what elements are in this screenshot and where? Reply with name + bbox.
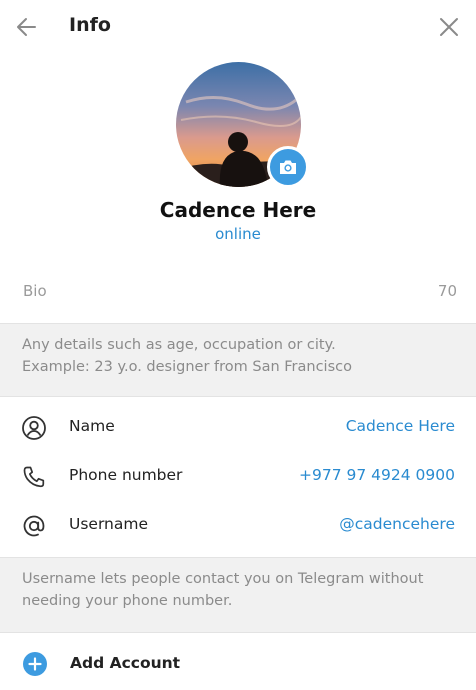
bio-char-counter: 70 xyxy=(437,282,457,300)
user-circle-icon xyxy=(22,416,46,440)
close-icon xyxy=(440,18,458,36)
bio-hint: Any details such as age, occupation or c… xyxy=(0,323,476,397)
add-account-label: Add Account xyxy=(70,654,181,672)
bio-hint-line-2: Example: 23 y.o. designer from San Franc… xyxy=(22,359,352,375)
back-button[interactable] xyxy=(14,14,40,40)
username-hint-line-2: needing your phone number. xyxy=(22,593,233,609)
page-title: Info xyxy=(69,14,111,36)
bio-input[interactable]: Bio 70 xyxy=(0,272,476,322)
username-value: @cadencehere xyxy=(339,515,455,533)
phone-icon xyxy=(23,466,45,488)
bio-placeholder: Bio xyxy=(23,282,47,300)
plus-circle-icon xyxy=(23,652,47,676)
change-photo-button[interactable] xyxy=(267,146,309,188)
profile-status: online xyxy=(215,225,261,243)
username-row[interactable]: Username @cadencehere xyxy=(0,501,476,550)
add-account-button[interactable]: Add Account xyxy=(0,640,476,688)
arrow-left-icon xyxy=(17,18,36,36)
at-sign-icon xyxy=(23,515,45,537)
name-label: Name xyxy=(69,417,115,435)
profile-name: Cadence Here xyxy=(159,198,317,222)
bio-hint-line-1: Any details such as age, occupation or c… xyxy=(22,337,336,353)
username-hint-line-1: Username lets people contact you on Tele… xyxy=(22,571,424,587)
phone-label: Phone number xyxy=(69,466,183,484)
header: Info xyxy=(0,0,476,56)
name-row[interactable]: Name Cadence Here xyxy=(0,403,476,452)
username-label: Username xyxy=(69,515,149,533)
close-button[interactable] xyxy=(438,16,460,38)
username-hint: Username lets people contact you on Tele… xyxy=(0,557,476,633)
phone-value: +977 97 4924 0900 xyxy=(299,466,455,484)
name-value: Cadence Here xyxy=(345,417,455,435)
phone-row[interactable]: Phone number +977 97 4924 0900 xyxy=(0,452,476,501)
camera-icon xyxy=(280,160,296,174)
